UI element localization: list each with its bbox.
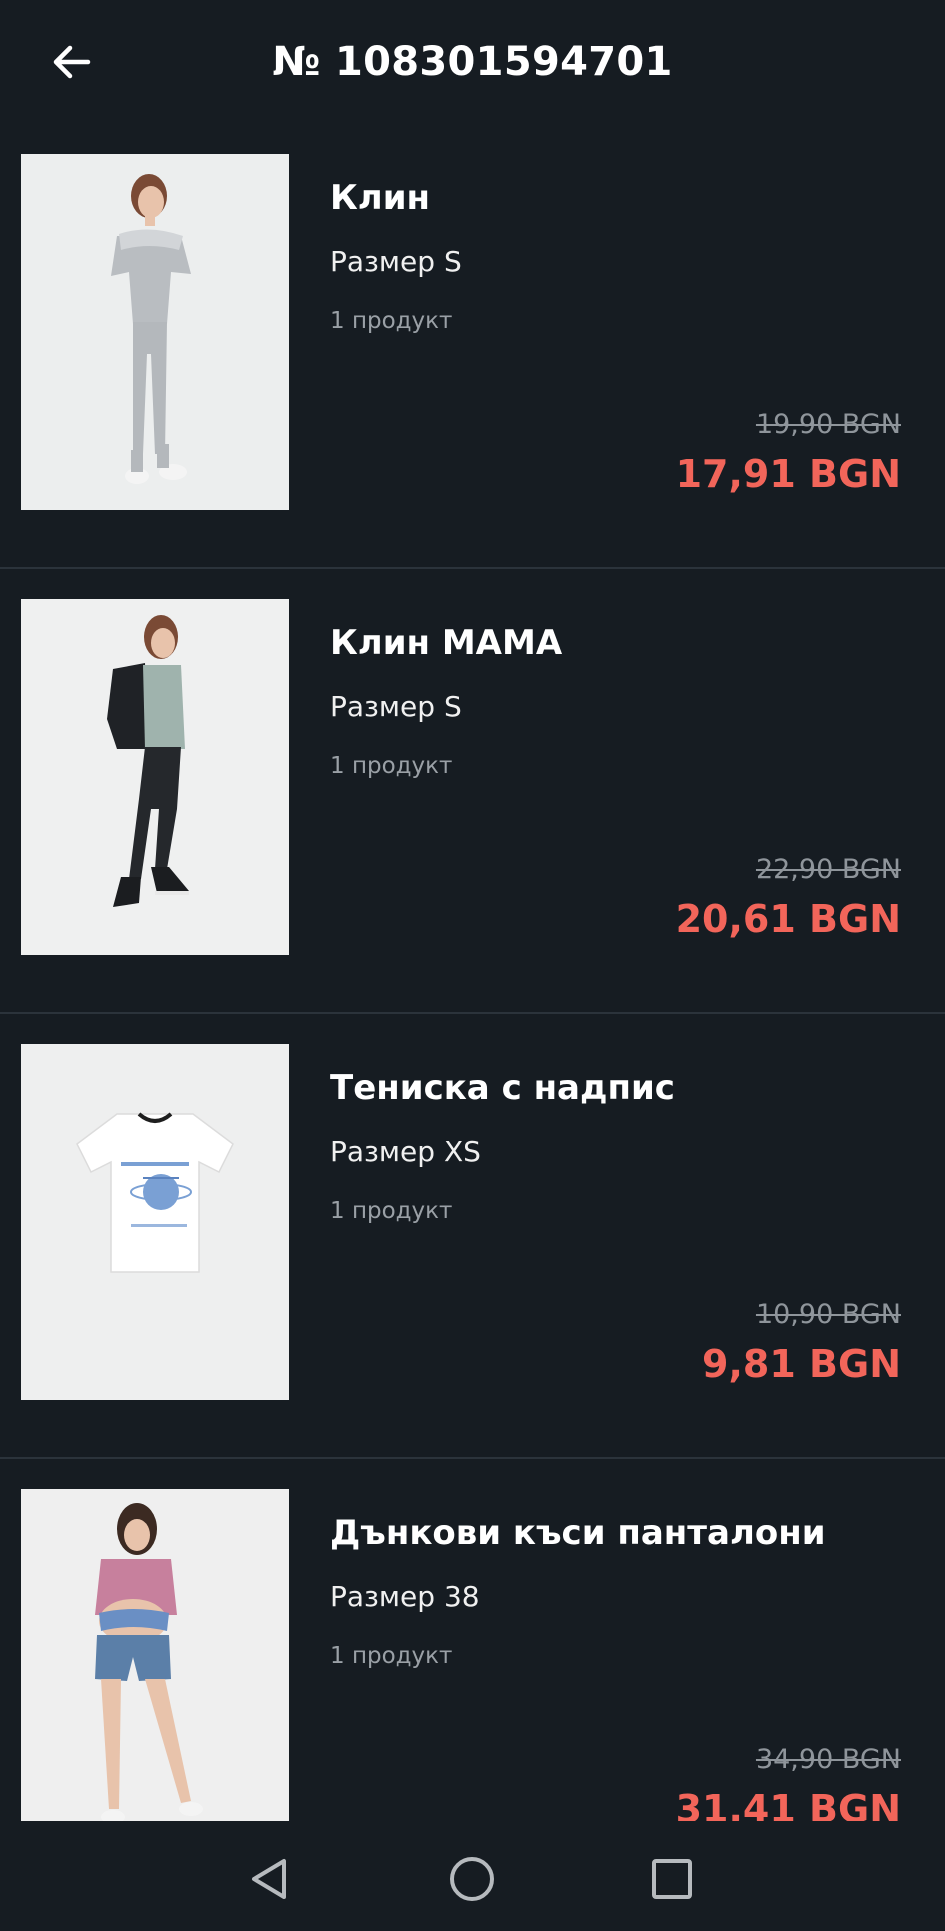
sale-price: 17,91 BGN: [675, 452, 901, 496]
nav-home-button[interactable]: [440, 1847, 504, 1911]
old-price: 34,90 BGN: [755, 1744, 901, 1775]
sale-price: 9,81 BGN: [702, 1342, 901, 1386]
product-size: Размер S: [330, 245, 462, 278]
product-name: Дънкови къси панталони: [330, 1513, 826, 1553]
triangle-back-icon: [252, 1859, 286, 1899]
product-size: Размер 38: [330, 1580, 480, 1613]
old-price: 19,90 BGN: [755, 409, 901, 440]
product-quantity: 1 продукт: [330, 1643, 453, 1669]
product-image[interactable]: [21, 599, 289, 955]
product-size: Размер XS: [330, 1135, 481, 1168]
product-name: Клин: [330, 178, 431, 218]
list-item[interactable]: Клин MAMA Размер S 1 продукт 22,90 BGN 2…: [0, 569, 945, 1014]
product-image[interactable]: [21, 1489, 289, 1845]
nav-back-button[interactable]: [238, 1847, 302, 1911]
list-item[interactable]: Тениска с надпис Размер XS 1 продукт 10,…: [0, 1014, 945, 1459]
system-navigation-bar: [0, 1821, 945, 1931]
list-item[interactable]: Клин Размер S 1 продукт 19,90 BGN 17,91 …: [0, 124, 945, 569]
product-quantity: 1 продукт: [330, 753, 453, 779]
order-title: № 108301594701: [272, 39, 673, 85]
product-name: Клин MAMA: [330, 623, 563, 663]
product-name: Тениска с надпис: [330, 1068, 675, 1108]
app-header: № 108301594701: [0, 0, 945, 124]
product-size: Размер S: [330, 690, 462, 723]
sale-price: 20,61 BGN: [675, 897, 901, 941]
product-image[interactable]: [21, 154, 289, 510]
order-items-list: Клин Размер S 1 продукт 19,90 BGN 17,91 …: [0, 124, 945, 1902]
product-quantity: 1 продукт: [330, 308, 453, 334]
square-recents-icon: [652, 1859, 692, 1899]
product-quantity: 1 продукт: [330, 1198, 453, 1224]
old-price: 22,90 BGN: [755, 854, 901, 885]
nav-recents-button[interactable]: [640, 1847, 704, 1911]
old-price: 10,90 BGN: [755, 1299, 901, 1330]
circle-home-icon: [450, 1857, 494, 1901]
product-image[interactable]: [21, 1044, 289, 1400]
